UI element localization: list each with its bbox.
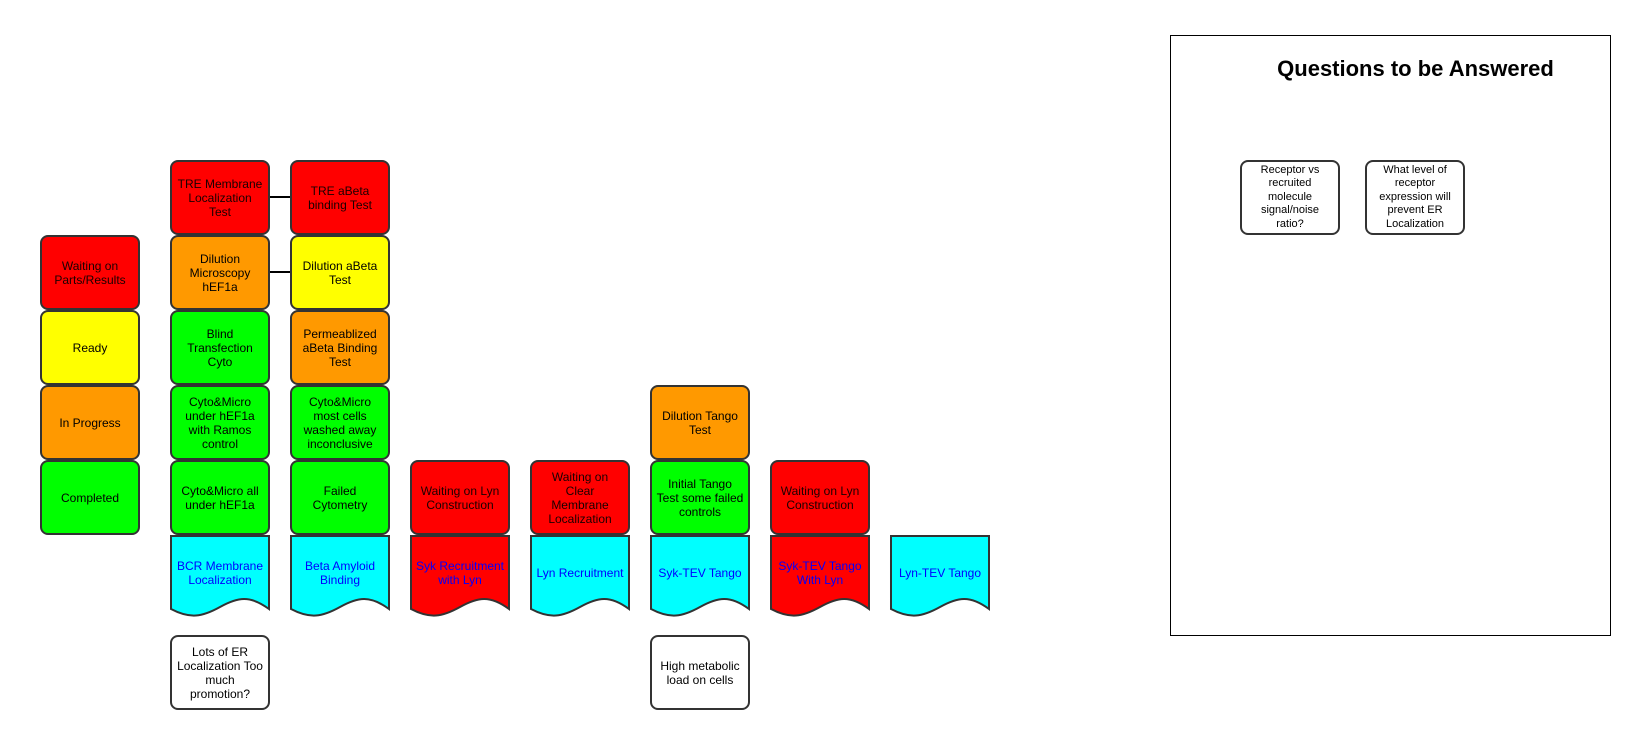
task-permeablized-abeta-binding-test[interactable]: Permeablized aBeta Binding Test	[290, 310, 390, 385]
task-label: Cyto&Micro most cells washed away inconc…	[303, 394, 377, 451]
task-initial-tango-test[interactable]: Initial Tango Test some failed controls	[650, 460, 750, 535]
legend-ready-label: Ready	[72, 340, 108, 355]
note-high-metabolic-load[interactable]: High metabolic load on cells	[650, 635, 750, 710]
legend-in-progress: In Progress	[40, 385, 140, 460]
task-tre-abeta-binding-test[interactable]: TRE aBeta binding Test	[290, 160, 390, 235]
project-label: Syk-TEV Tango With Lyn	[778, 558, 862, 587]
question-label: What level of receptor expression will p…	[1379, 163, 1451, 230]
legend-in-progress-label: In Progress	[59, 415, 121, 430]
project-syk-tev-tango[interactable]: Syk-TEV Tango	[650, 535, 750, 625]
project-lyn-tev-tango[interactable]: Lyn-TEV Tango	[890, 535, 990, 625]
task-dilution-tango-test[interactable]: Dilution Tango Test	[650, 385, 750, 460]
task-label: Initial Tango Test some failed controls	[656, 476, 744, 519]
legend-waiting-label: Waiting on Parts/Results	[54, 258, 126, 287]
legend-ready: Ready	[40, 310, 140, 385]
task-waiting-lyn-construction-2[interactable]: Waiting on Lyn Construction	[770, 460, 870, 535]
questions-panel-title: Questions to be Answered	[1277, 56, 1554, 81]
question-receptor-expression[interactable]: What level of receptor expression will p…	[1365, 160, 1465, 235]
question-signal-noise[interactable]: Receptor vs recruited molecule signal/no…	[1240, 160, 1340, 235]
task-label: Dilution Tango Test	[662, 408, 738, 437]
legend-waiting: Waiting on Parts/Results	[40, 235, 140, 310]
task-dilution-microscopy-hef1a[interactable]: Dilution Microscopy hEF1a	[170, 235, 270, 310]
task-failed-cytometry[interactable]: Failed Cytometry	[290, 460, 390, 535]
task-label: Blind Transfection Cyto	[187, 326, 253, 369]
task-label: Permeablized aBeta Binding Test	[302, 326, 378, 369]
task-label: Failed Cytometry	[312, 483, 368, 512]
project-beta-amyloid-binding[interactable]: Beta Amyloid Binding	[290, 535, 390, 625]
task-label: Cyto&Micro under hEF1a with Ramos contro…	[185, 394, 255, 451]
task-dilution-abeta-test[interactable]: Dilution aBeta Test	[290, 235, 390, 310]
project-label: Beta Amyloid Binding	[304, 558, 376, 587]
note-label: Lots of ER Localization Too much promoti…	[177, 644, 263, 701]
project-label: Lyn Recruitment	[536, 565, 624, 580]
project-syk-recruitment-with-lyn[interactable]: Syk Recruitment with Lyn	[410, 535, 510, 625]
task-label: TRE Membrane Localization Test	[177, 176, 263, 219]
note-er-localization[interactable]: Lots of ER Localization Too much promoti…	[170, 635, 270, 710]
task-waiting-lyn-construction[interactable]: Waiting on Lyn Construction	[410, 460, 510, 535]
project-label: Lyn-TEV Tango	[898, 565, 982, 580]
legend-completed: Completed	[40, 460, 140, 535]
task-tre-membrane-localization-test[interactable]: TRE Membrane Localization Test	[170, 160, 270, 235]
project-lyn-recruitment[interactable]: Lyn Recruitment	[530, 535, 630, 625]
task-cyto-micro-ramos-control[interactable]: Cyto&Micro under hEF1a with Ramos contro…	[170, 385, 270, 460]
task-label: Waiting on Lyn Construction	[420, 483, 500, 512]
task-blind-transfection-cyto[interactable]: Blind Transfection Cyto	[170, 310, 270, 385]
question-label: Receptor vs recruited molecule signal/no…	[1260, 163, 1320, 230]
project-bcr-membrane-localization[interactable]: BCR Membrane Localization	[170, 535, 270, 625]
note-label: High metabolic load on cells	[660, 658, 740, 687]
task-cyto-micro-inconclusive[interactable]: Cyto&Micro most cells washed away inconc…	[290, 385, 390, 460]
project-label: Syk Recruitment with Lyn	[415, 558, 505, 587]
connector-line	[270, 271, 290, 273]
task-label: Dilution Microscopy hEF1a	[189, 251, 251, 294]
task-label: Waiting on Lyn Construction	[780, 483, 860, 512]
task-label: Cyto&Micro all under hEF1a	[181, 483, 259, 512]
legend-completed-label: Completed	[60, 490, 120, 505]
project-label: BCR Membrane Localization	[176, 558, 264, 587]
project-syk-tev-tango-with-lyn[interactable]: Syk-TEV Tango With Lyn	[770, 535, 870, 625]
questions-panel: Questions to be Answered	[1170, 35, 1611, 636]
task-cyto-micro-all-hef1a[interactable]: Cyto&Micro all under hEF1a	[170, 460, 270, 535]
project-label: Syk-TEV Tango	[658, 565, 742, 580]
task-label: Waiting on Clear Membrane Localization	[548, 469, 612, 526]
task-waiting-clear-membrane-localization[interactable]: Waiting on Clear Membrane Localization	[530, 460, 630, 535]
task-label: TRE aBeta binding Test	[308, 183, 372, 212]
task-label: Dilution aBeta Test	[302, 258, 378, 287]
connector-line	[270, 196, 290, 198]
